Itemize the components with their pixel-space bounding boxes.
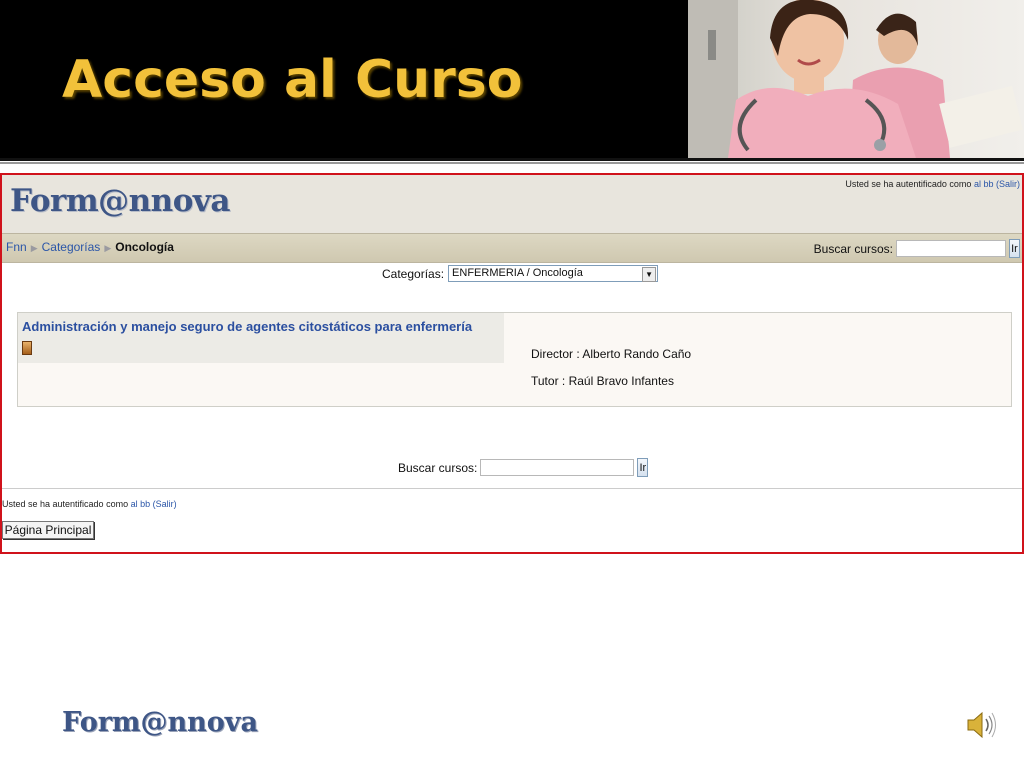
user-link[interactable]: al bb — [131, 499, 151, 509]
slide-header: Acceso al Curso — [0, 0, 688, 158]
navbar: Fnn ▶ Categorías ▶ Oncología Buscar cursos: … — [2, 233, 1022, 263]
breadcrumb-categories[interactable]: Categorías — [42, 240, 101, 254]
moodle-screenshot-frame: Form@nnova Usted se ha autentificado com… — [0, 173, 1024, 554]
category-selector: Categorías: ENFERMERIA / Oncología ▼ — [382, 265, 659, 282]
category-label: Categorías: — [382, 266, 445, 281]
breadcrumb-separator-icon: ▶ — [30, 243, 38, 253]
course-title-link[interactable]: Administración y manejo seguro de agente… — [22, 319, 472, 334]
slide-footer-logo: Form@nnova — [62, 707, 258, 738]
course-info: Administración y manejo seguro de agente… — [18, 313, 504, 363]
slide-title: Acceso al Curso — [62, 50, 523, 110]
category-select[interactable]: ENFERMERIA / Oncología ▼ — [448, 265, 659, 282]
breadcrumb: Fnn ▶ Categorías ▶ Oncología — [6, 240, 174, 254]
course-director: Director : Alberto Rando Caño — [531, 347, 692, 361]
site-logo: Form@nnova — [10, 183, 230, 219]
course-tutor: Tutor : Raúl Bravo Infantes — [531, 374, 674, 388]
course-search-input-bottom[interactable] — [480, 459, 635, 476]
course-search-bottom: Buscar cursos: Ir — [398, 458, 649, 477]
header-divider-thin — [0, 162, 1024, 164]
course-search-input[interactable] — [896, 240, 1006, 257]
course-search-button-bottom[interactable]: Ir — [637, 458, 649, 477]
nurse-photo — [688, 0, 1024, 158]
breadcrumb-separator-icon: ▶ — [104, 243, 112, 253]
logout-link[interactable]: (Salir) — [996, 179, 1020, 189]
login-info-prefix: Usted se ha autentificado como — [2, 499, 129, 509]
chevron-down-icon[interactable]: ▼ — [642, 267, 657, 282]
course-search-label: Buscar cursos: — [398, 460, 478, 475]
header-divider — [0, 158, 1024, 161]
breadcrumb-current: Oncología — [115, 240, 174, 254]
home-page-button[interactable]: Página Principal — [2, 521, 94, 539]
course-search-top: Buscar cursos: Ir — [814, 239, 1020, 258]
site-header: Form@nnova Usted se ha autentificado com… — [2, 175, 1022, 233]
category-selected-value: ENFERMERIA / Oncología — [452, 267, 583, 279]
login-info-top: Usted se ha autentificado como al bb (Sa… — [845, 179, 1020, 189]
nurse-photo-illustration — [688, 0, 1023, 158]
course-icon[interactable] — [22, 341, 32, 355]
logout-link[interactable]: (Salir) — [153, 499, 177, 509]
speaker-icon[interactable] — [966, 710, 998, 740]
course-search-button[interactable]: Ir — [1009, 239, 1020, 258]
breadcrumb-home[interactable]: Fnn — [6, 240, 27, 254]
login-info-bottom: Usted se ha autentificado como al bb (Sa… — [2, 499, 177, 509]
login-info-prefix: Usted se ha autentificado como — [845, 179, 972, 189]
course-search-label: Buscar cursos: — [813, 241, 893, 256]
user-link[interactable]: al bb — [974, 179, 994, 189]
footer-divider — [2, 488, 1022, 489]
course-listing: Administración y manejo seguro de agente… — [17, 312, 1012, 407]
